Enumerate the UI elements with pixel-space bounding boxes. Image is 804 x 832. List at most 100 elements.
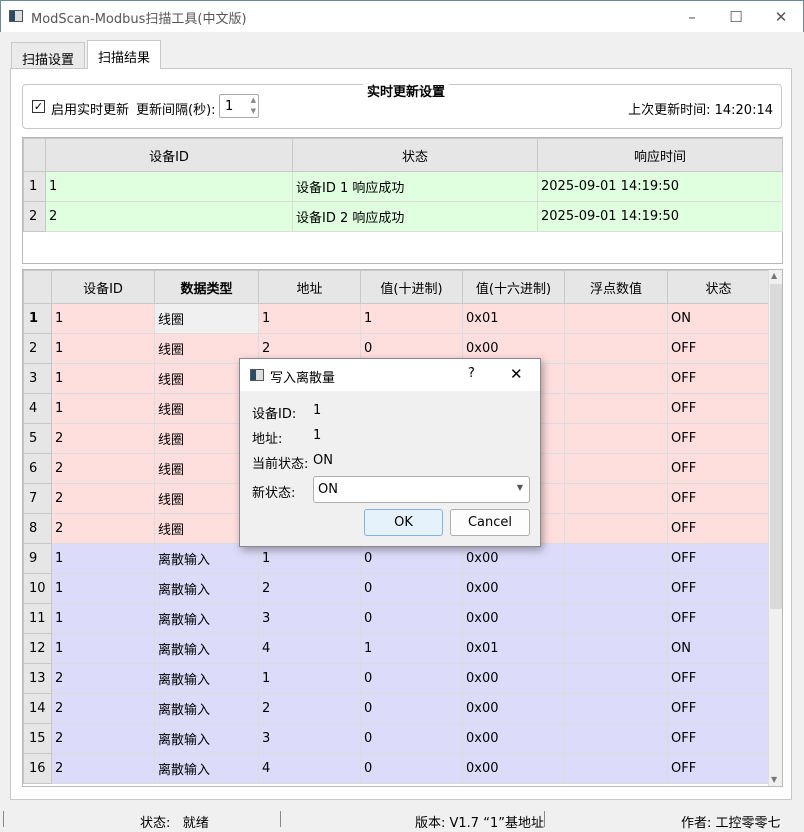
row-number[interactable]: 1 <box>23 171 46 202</box>
device-cell[interactable]: 2 <box>45 201 293 232</box>
data-cell[interactable]: 0x00 <box>462 543 565 574</box>
data-cell[interactable]: OFF <box>667 573 770 604</box>
data-cell[interactable] <box>564 513 668 544</box>
data-cell[interactable] <box>564 693 668 724</box>
data-cell[interactable]: 1 <box>51 393 155 424</box>
ok-button[interactable]: OK <box>364 509 443 536</box>
data-row[interactable]: 16 2 离散输入 4 0 0x00 OFF <box>23 753 770 784</box>
data-row[interactable]: 9 1 离散输入 1 0 0x00 OFF <box>23 543 770 574</box>
row-number[interactable]: 11 <box>23 603 52 634</box>
row-number[interactable]: 1 <box>23 303 52 334</box>
col-header[interactable]: 状态 <box>667 270 770 304</box>
interval-spinbox[interactable]: 1 ▲ ▼ <box>219 94 259 118</box>
data-cell[interactable]: OFF <box>667 363 770 394</box>
data-cell[interactable]: 2 <box>51 723 155 754</box>
data-cell[interactable]: 0x00 <box>462 663 565 694</box>
data-cell[interactable] <box>564 633 668 664</box>
data-cell[interactable]: OFF <box>667 663 770 694</box>
data-cell[interactable]: OFF <box>667 483 770 514</box>
data-cell[interactable]: 4 <box>258 633 361 664</box>
data-cell[interactable]: 2 <box>51 693 155 724</box>
device-row[interactable]: 1 1 设备ID 1 响应成功 2025-09-01 14:19:50 <box>23 171 783 202</box>
data-cell[interactable]: 1 <box>51 633 155 664</box>
data-cell[interactable]: 0x00 <box>462 753 565 784</box>
row-number[interactable]: 7 <box>23 483 52 514</box>
data-cell[interactable]: 0 <box>360 663 463 694</box>
data-cell[interactable] <box>564 753 668 784</box>
data-row[interactable]: 14 2 离散输入 2 0 0x00 OFF <box>23 693 770 724</box>
data-cell[interactable]: 线圈 <box>154 303 259 334</box>
device-cell[interactable]: 设备ID 1 响应成功 <box>292 171 538 202</box>
data-cell[interactable]: 0x00 <box>462 603 565 634</box>
data-cell[interactable]: OFF <box>667 603 770 634</box>
data-cell[interactable]: ON <box>667 303 770 334</box>
dialog-close-button[interactable]: ✕ <box>510 365 523 383</box>
data-cell[interactable]: 离散输入 <box>154 543 259 574</box>
data-cell[interactable]: 1 <box>258 663 361 694</box>
data-cell[interactable]: 1 <box>51 333 155 364</box>
col-header[interactable]: 值(十进制) <box>360 270 463 304</box>
data-row[interactable]: 1 1 线圈 1 1 0x01 ON <box>23 303 770 334</box>
data-cell[interactable]: OFF <box>667 543 770 574</box>
data-cell[interactable]: 离散输入 <box>154 723 259 754</box>
data-cell[interactable] <box>564 423 668 454</box>
data-cell[interactable]: 0x01 <box>462 303 565 334</box>
data-cell[interactable]: 1 <box>258 303 361 334</box>
row-number[interactable]: 15 <box>23 723 52 754</box>
data-cell[interactable]: 1 <box>51 603 155 634</box>
data-cell[interactable] <box>564 603 668 634</box>
data-row[interactable]: 12 1 离散输入 4 1 0x01 ON <box>23 633 770 664</box>
data-cell[interactable]: 1 <box>51 573 155 604</box>
data-cell[interactable]: 1 <box>51 543 155 574</box>
data-cell[interactable]: 0x00 <box>462 693 565 724</box>
row-number[interactable]: 16 <box>23 753 52 784</box>
data-cell[interactable]: 2 <box>51 753 155 784</box>
data-cell[interactable]: 0 <box>360 753 463 784</box>
data-cell[interactable]: 2 <box>51 513 155 544</box>
data-cell[interactable]: 0 <box>360 693 463 724</box>
scrollbar-thumb[interactable] <box>770 284 782 609</box>
data-cell[interactable]: 离散输入 <box>154 573 259 604</box>
data-cell[interactable]: 4 <box>258 753 361 784</box>
data-cell[interactable]: OFF <box>667 453 770 484</box>
col-header[interactable]: 设备ID <box>51 270 155 304</box>
col-header[interactable]: 状态 <box>292 138 538 172</box>
data-cell[interactable]: OFF <box>667 723 770 754</box>
col-header[interactable]: 响应时间 <box>537 138 783 172</box>
data-cell[interactable]: 0x01 <box>462 633 565 664</box>
data-cell[interactable]: 0 <box>360 543 463 574</box>
data-cell[interactable]: 2 <box>258 573 361 604</box>
vertical-scrollbar[interactable]: ▼ ▲ <box>768 270 782 786</box>
data-cell[interactable] <box>564 483 668 514</box>
data-cell[interactable] <box>564 453 668 484</box>
data-cell[interactable] <box>564 393 668 424</box>
data-row[interactable]: 10 1 离散输入 2 0 0x00 OFF <box>23 573 770 604</box>
scroll-down-icon[interactable]: ▼ <box>771 775 777 784</box>
row-number[interactable]: 6 <box>23 453 52 484</box>
tab-scan-results[interactable]: 扫描结果 <box>87 40 162 69</box>
data-cell[interactable]: 1 <box>258 543 361 574</box>
data-cell[interactable]: ON <box>667 633 770 664</box>
data-cell[interactable] <box>564 333 668 364</box>
data-cell[interactable]: OFF <box>667 333 770 364</box>
col-header[interactable]: 值(十六进制) <box>462 270 565 304</box>
minimize-button[interactable]: – <box>677 5 707 29</box>
data-cell[interactable]: 2 <box>51 483 155 514</box>
data-cell[interactable]: 1 <box>360 303 463 334</box>
help-button[interactable]: ? <box>468 366 475 381</box>
data-cell[interactable]: OFF <box>667 693 770 724</box>
data-cell[interactable]: OFF <box>667 513 770 544</box>
data-cell[interactable]: 2 <box>258 693 361 724</box>
data-cell[interactable] <box>564 303 668 334</box>
maximize-button[interactable]: ☐ <box>721 5 751 29</box>
data-cell[interactable]: 离散输入 <box>154 633 259 664</box>
data-row[interactable]: 15 2 离散输入 3 0 0x00 OFF <box>23 723 770 754</box>
row-number[interactable]: 3 <box>23 363 52 394</box>
data-cell[interactable]: 1 <box>51 303 155 334</box>
enable-realtime-checkbox[interactable]: ✓ <box>32 100 45 113</box>
col-header[interactable]: 数据类型 <box>154 270 259 304</box>
data-cell[interactable]: 离散输入 <box>154 603 259 634</box>
data-cell[interactable] <box>564 543 668 574</box>
data-cell[interactable]: 2 <box>51 453 155 484</box>
data-cell[interactable]: 2 <box>51 663 155 694</box>
